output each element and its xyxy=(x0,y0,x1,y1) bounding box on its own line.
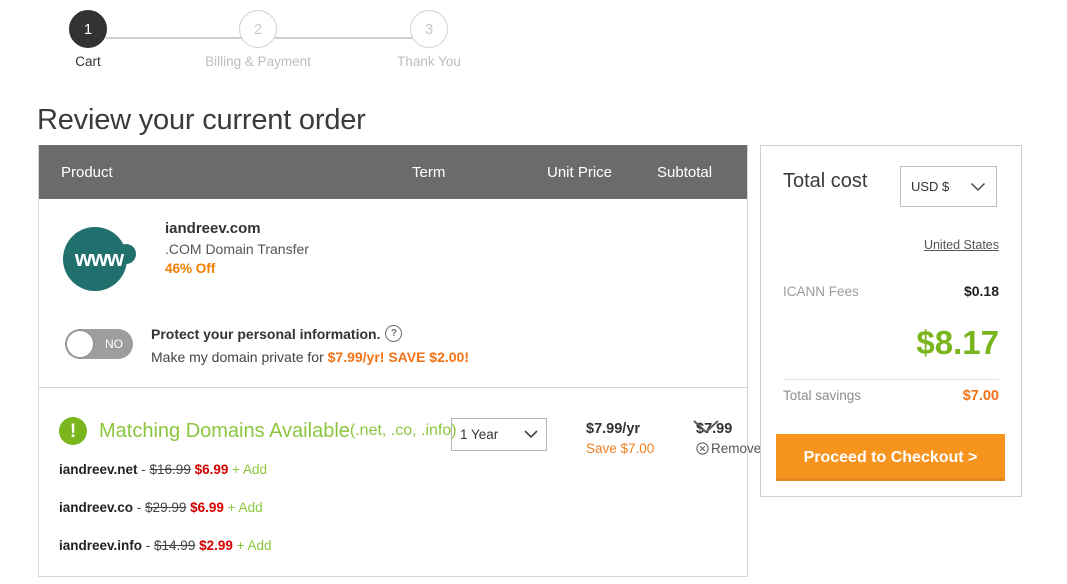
column-header-unit-price: Unit Price xyxy=(547,163,613,181)
privacy-headline: Protect your personal information. xyxy=(151,325,381,342)
list-item: iandreev.co - $29.99 $6.99 + Add xyxy=(59,500,747,515)
cart-table-header: Product Term Unit Price Subtotal xyxy=(39,145,747,199)
suggested-domain-name: iandreev.info xyxy=(59,538,143,553)
matching-domains-tlds: (.net, .co, .info) xyxy=(349,422,457,439)
suggested-domain-separator: - xyxy=(133,500,146,515)
suggested-domain-old-price: $29.99 xyxy=(145,500,187,515)
currency-select[interactable]: USD $ xyxy=(900,166,997,207)
icann-fees-value: $0.18 xyxy=(963,283,999,299)
add-domain-button[interactable]: + Add xyxy=(237,538,272,553)
add-domain-button[interactable]: + Add xyxy=(232,462,267,477)
stepper-step-1-circle: 1 xyxy=(69,10,107,48)
stepper-step-1-label: Cart xyxy=(75,54,101,69)
suggested-domain-old-price: $14.99 xyxy=(154,538,196,553)
suggested-domain-separator: - xyxy=(142,538,155,553)
add-domain-button[interactable]: + Add xyxy=(228,500,263,515)
list-item: iandreev.net - $16.99 $6.99 + Add xyxy=(59,462,747,477)
stepper-step-billing[interactable]: 2 Billing & Payment xyxy=(198,10,318,69)
stepper-step-2-label: Billing & Payment xyxy=(205,54,311,69)
total-savings-row: Total savings $7.00 xyxy=(783,388,999,404)
cart-line-item: www iandreev.com .COM Domain Transfer 46… xyxy=(39,199,761,456)
stepper-step-3-circle: 3 xyxy=(410,10,448,48)
chevron-down-icon xyxy=(970,182,986,192)
privacy-protection-row: NO Protect your personal information. ? … xyxy=(39,317,747,388)
privacy-offer-price: $7.99/yr! SAVE $2.00! xyxy=(327,349,470,365)
total-savings-label: Total savings xyxy=(783,388,862,403)
help-icon[interactable]: ? xyxy=(385,325,403,342)
product-info: iandreev.com .COM Domain Transfer 46% Of… xyxy=(165,220,309,276)
icann-fees-label: ICANN Fees xyxy=(783,284,859,299)
matching-domains-title: Matching Domains Available xyxy=(99,419,350,442)
product-description: .COM Domain Transfer xyxy=(165,241,309,257)
chevron-down-icon[interactable] xyxy=(691,418,721,436)
stepper-step-3-number: 3 xyxy=(424,20,434,38)
page-title: Review your current order xyxy=(37,104,366,137)
privacy-toggle[interactable]: NO xyxy=(65,329,133,359)
suggested-domain-name: iandreev.co xyxy=(59,500,134,515)
privacy-toggle-state: NO xyxy=(105,337,123,351)
total-cost-title: Total cost xyxy=(783,170,868,192)
stepper-step-cart[interactable]: 1 Cart xyxy=(28,10,148,69)
column-header-subtotal: Subtotal xyxy=(657,163,713,181)
alert-exclamation-icon: ! xyxy=(59,417,87,445)
total-savings-value: $7.00 xyxy=(962,388,999,404)
privacy-toggle-knob xyxy=(66,330,94,358)
cart-body: www iandreev.com .COM Domain Transfer 46… xyxy=(39,199,761,553)
stepper-step-2-circle: 2 xyxy=(239,10,277,48)
stepper-step-3-label: Thank You xyxy=(397,54,461,69)
privacy-text: Protect your personal information. ? Mak… xyxy=(151,325,469,365)
product-domain-name: iandreev.com xyxy=(165,220,261,237)
currency-select-value: USD $ xyxy=(911,179,950,194)
total-cost-panel: Total cost USD $ United States ICANN Fee… xyxy=(760,145,1022,497)
suggested-domain-new-price: $6.99 xyxy=(194,462,229,477)
domain-www-icon-label: www xyxy=(74,246,124,271)
cart-card: Product Term Unit Price Subtotal www ian… xyxy=(38,145,761,577)
icann-fees-row: ICANN Fees $0.18 xyxy=(783,283,999,299)
stepper-step-1-number: 1 xyxy=(83,20,93,38)
stepper-step-2-number: 2 xyxy=(253,20,263,38)
column-header-term: Term xyxy=(412,163,446,181)
matching-domains-section: ! Matching Domains Available (.net, .co,… xyxy=(39,388,747,553)
suggested-domain-old-price: $16.99 xyxy=(149,462,191,477)
product-discount-badge: 46% Off xyxy=(165,261,216,276)
list-item: iandreev.info - $14.99 $2.99 + Add xyxy=(59,538,747,553)
suggested-domain-name: iandreev.net xyxy=(59,462,138,477)
privacy-offer-prefix: Make my domain private for xyxy=(151,349,328,365)
checkout-stepper: 1 Cart 2 Billing & Payment 3 Thank You xyxy=(32,10,461,70)
country-link[interactable]: United States xyxy=(924,238,999,252)
total-panel-divider xyxy=(783,379,999,380)
column-header-product: Product xyxy=(61,163,113,181)
proceed-to-checkout-button[interactable]: Proceed to Checkout > xyxy=(776,434,1005,481)
suggested-domain-new-price: $2.99 xyxy=(199,538,233,553)
suggested-domain-new-price: $6.99 xyxy=(190,500,224,515)
matching-domains-header[interactable]: ! Matching Domains Available (.net, .co,… xyxy=(39,408,747,454)
domain-www-icon: www xyxy=(63,227,141,291)
grand-total-amount: $8.17 xyxy=(916,324,999,361)
suggested-domain-separator: - xyxy=(137,462,150,477)
matching-domains-list: iandreev.net - $16.99 $6.99 + Add iandre… xyxy=(39,454,747,553)
total-cost-header: Total cost USD $ xyxy=(761,146,1021,220)
stepper-step-thankyou[interactable]: 3 Thank You xyxy=(369,10,489,69)
